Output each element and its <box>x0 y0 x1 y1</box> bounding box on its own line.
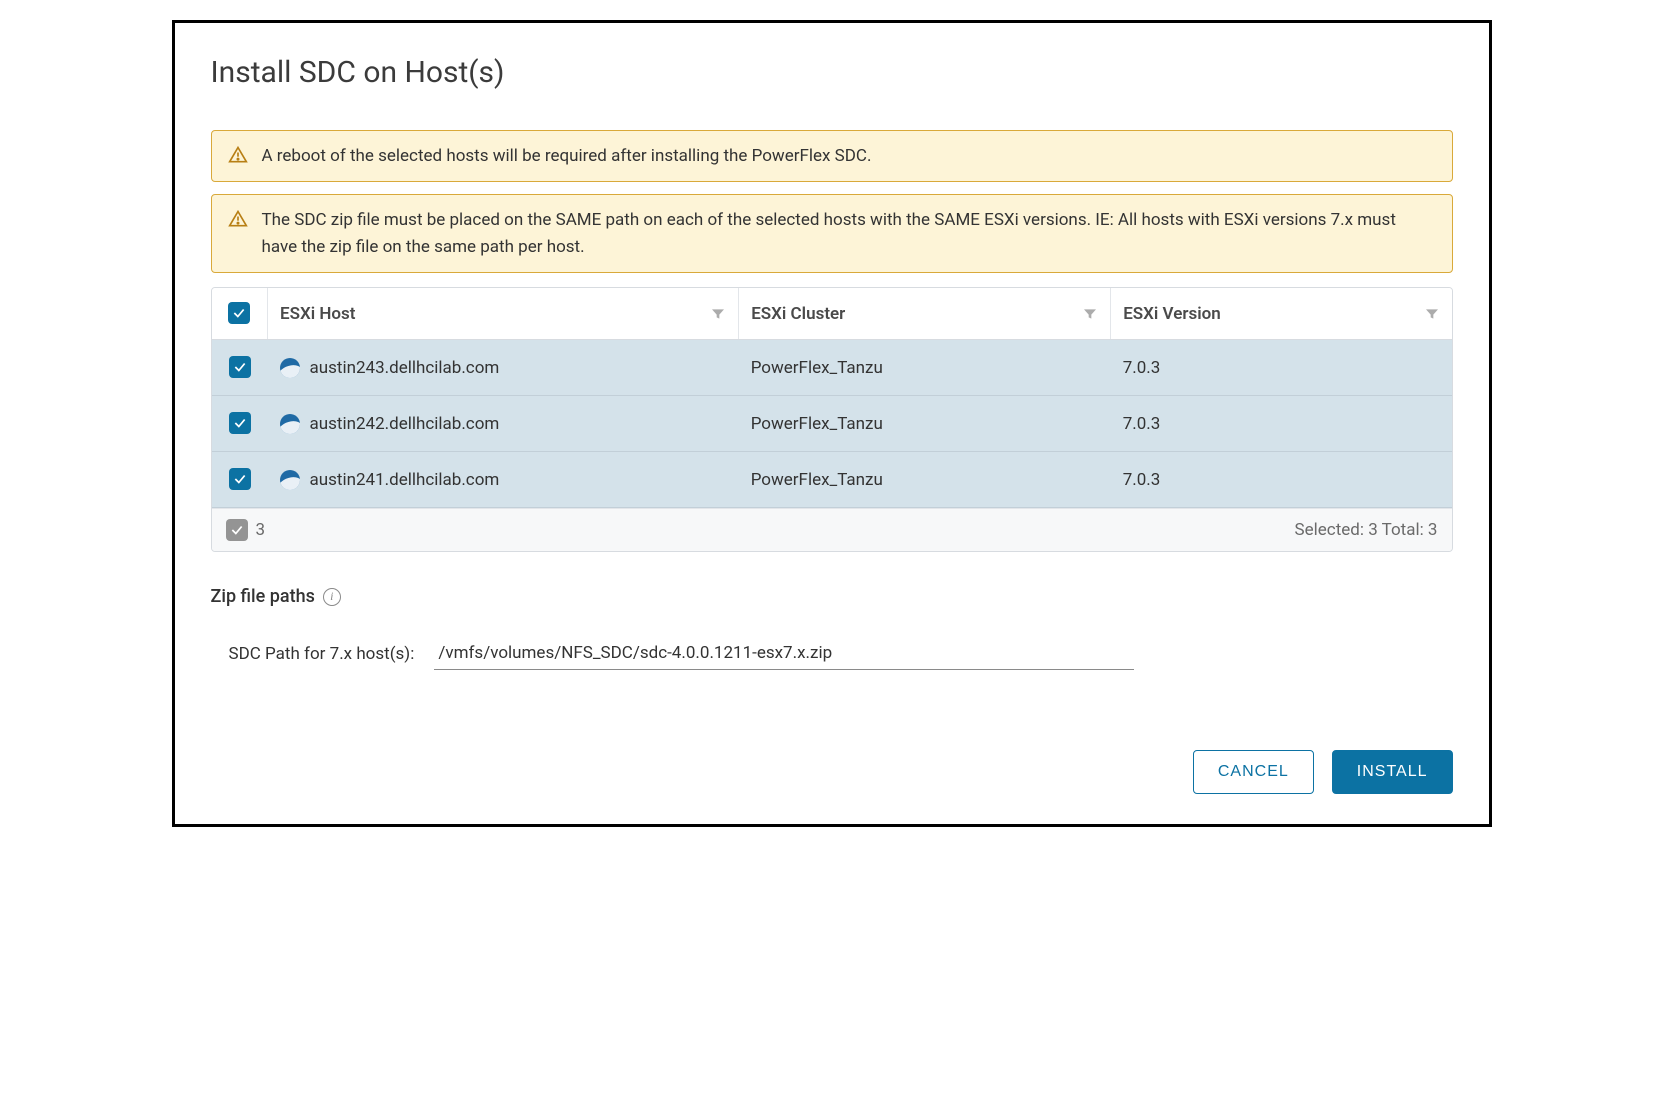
zip-paths-section: Zip file paths i SDC Path for 7.x host(s… <box>211 586 1453 670</box>
table-row[interactable]: austin241.dellhcilab.com PowerFlex_Tanzu… <box>212 452 1452 508</box>
host-icon <box>280 358 300 378</box>
host-version: 7.0.3 <box>1111 340 1452 396</box>
warning-icon <box>228 209 248 229</box>
sdc-path-label: SDC Path for 7.x host(s): <box>229 644 415 664</box>
alert-text: The SDC zip file must be placed on the S… <box>262 207 1436 260</box>
host-name: austin241.dellhcilab.com <box>310 470 500 490</box>
alert-reboot: A reboot of the selected hosts will be r… <box>211 130 1453 182</box>
host-version: 7.0.3 <box>1111 396 1452 452</box>
info-icon[interactable]: i <box>323 588 341 606</box>
row-checkbox[interactable] <box>229 468 251 490</box>
filter-icon[interactable] <box>1082 306 1098 322</box>
host-icon <box>280 414 300 434</box>
sdc-path-input[interactable] <box>434 637 1134 670</box>
dialog-actions: CANCEL INSTALL <box>211 750 1453 794</box>
host-icon <box>280 470 300 490</box>
host-cluster: PowerFlex_Tanzu <box>739 452 1111 508</box>
host-version: 7.0.3 <box>1111 452 1452 508</box>
host-name: austin242.dellhcilab.com <box>310 414 500 434</box>
host-cluster: PowerFlex_Tanzu <box>739 396 1111 452</box>
filter-icon[interactable] <box>710 306 726 322</box>
paths-section-label: Zip file paths <box>211 586 315 607</box>
hosts-table: ESXi Host ESXi Cluster <box>211 287 1453 552</box>
alert-path: The SDC zip file must be placed on the S… <box>211 194 1453 273</box>
install-button[interactable]: INSTALL <box>1332 750 1453 794</box>
cancel-button[interactable]: CANCEL <box>1193 750 1314 794</box>
col-header-cluster: ESXi Cluster <box>751 304 845 324</box>
select-all-checkbox[interactable] <box>228 302 250 324</box>
host-cluster: PowerFlex_Tanzu <box>739 340 1111 396</box>
host-name: austin243.dellhcilab.com <box>310 358 500 378</box>
install-sdc-dialog: Install SDC on Host(s) A reboot of the s… <box>172 20 1492 827</box>
alert-text: A reboot of the selected hosts will be r… <box>262 143 872 169</box>
footer-summary: Selected: 3 Total: 3 <box>1295 520 1438 540</box>
footer-checkbox[interactable] <box>226 519 248 541</box>
col-header-host: ESXi Host <box>280 304 355 324</box>
table-row[interactable]: austin243.dellhcilab.com PowerFlex_Tanzu… <box>212 340 1452 396</box>
dialog-title: Install SDC on Host(s) <box>211 55 1453 90</box>
table-row[interactable]: austin242.dellhcilab.com PowerFlex_Tanzu… <box>212 396 1452 452</box>
footer-count: 3 <box>256 520 266 540</box>
row-checkbox[interactable] <box>229 356 251 378</box>
warning-icon <box>228 145 248 165</box>
col-header-version: ESXi Version <box>1123 304 1221 324</box>
row-checkbox[interactable] <box>229 412 251 434</box>
filter-icon[interactable] <box>1424 306 1440 322</box>
table-footer: 3 Selected: 3 Total: 3 <box>212 508 1452 551</box>
